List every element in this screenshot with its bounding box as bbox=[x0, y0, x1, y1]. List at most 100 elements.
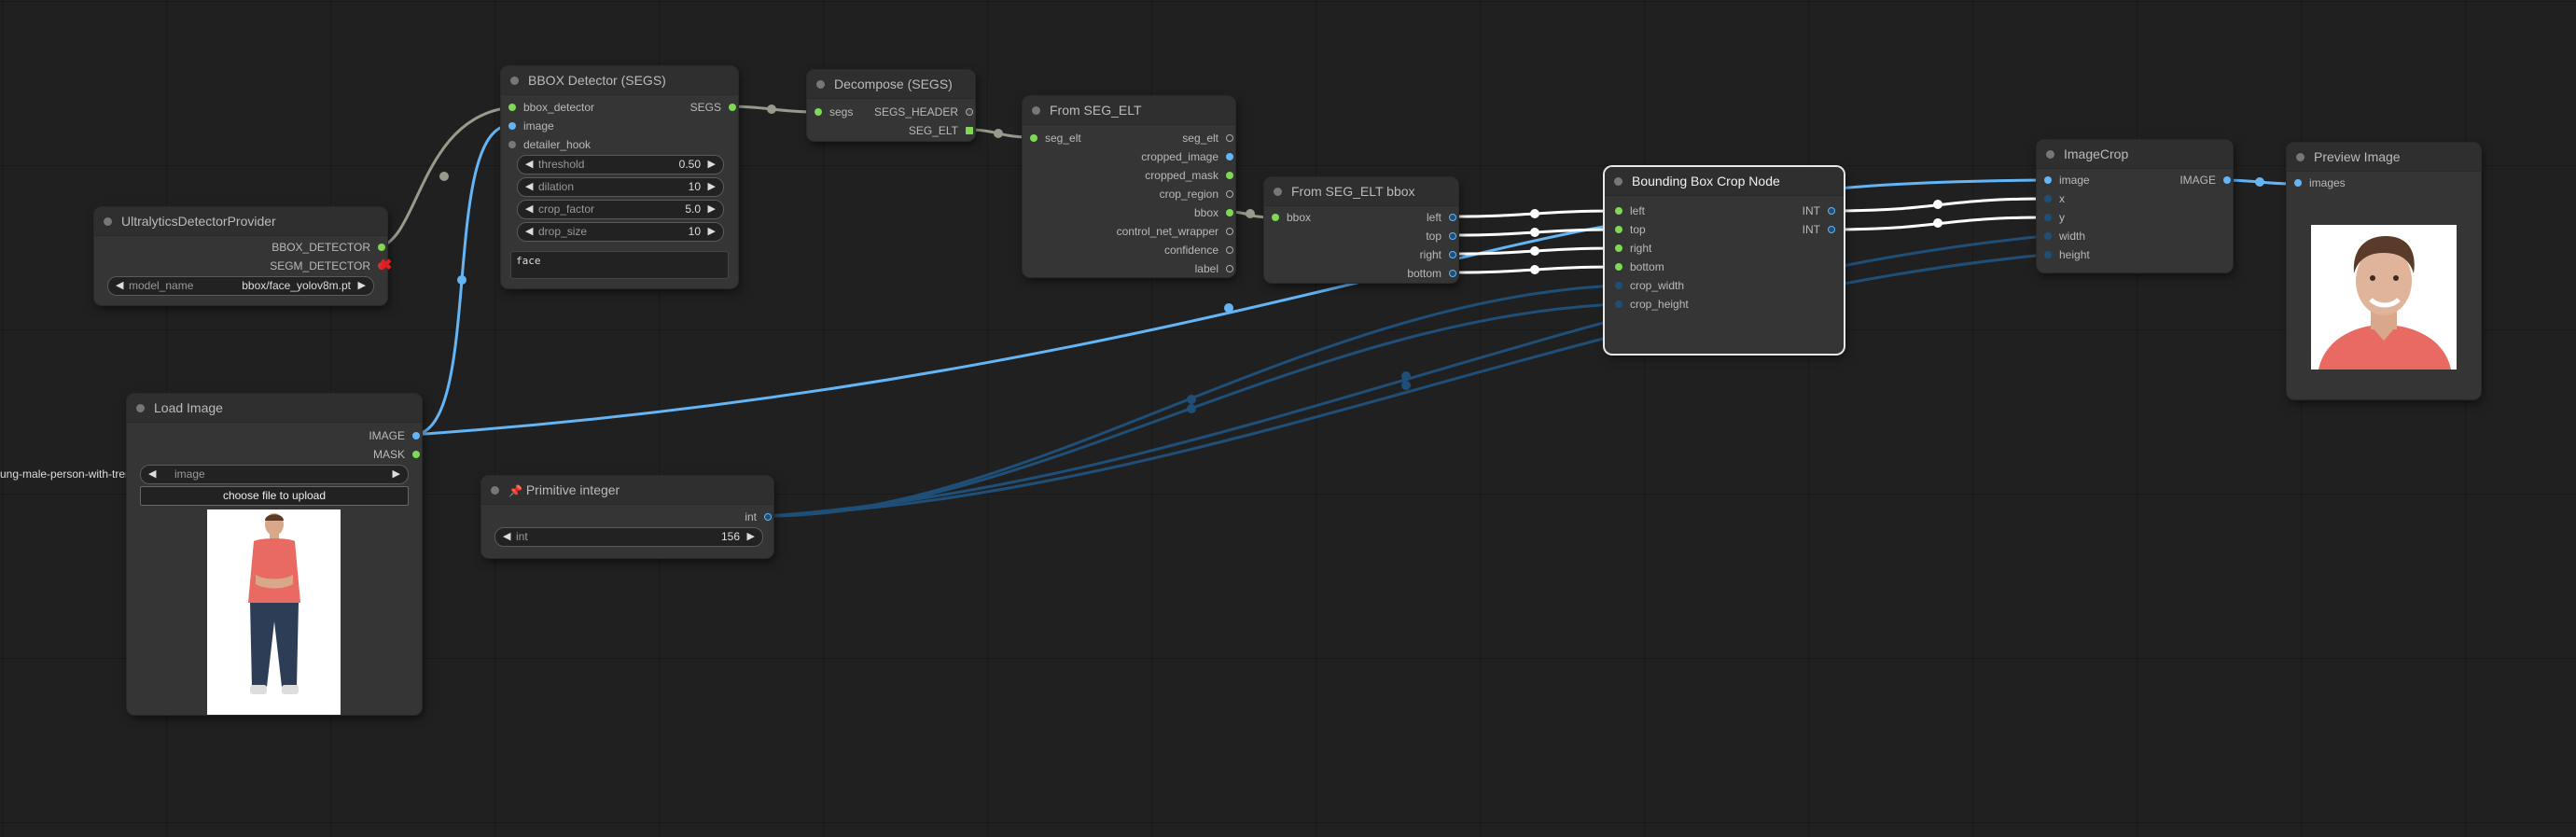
output-cropped-mask[interactable]: cropped_mask bbox=[1069, 169, 1235, 182]
output-left[interactable]: left bbox=[1358, 211, 1458, 224]
dilation-widget[interactable]: ◀ dilation 10 ▶ bbox=[517, 177, 724, 197]
output-slot-icon[interactable] bbox=[412, 451, 420, 458]
input-detailer-hook[interactable]: detailer_hook bbox=[507, 138, 591, 151]
arrow-right-icon[interactable]: ▶ bbox=[708, 201, 716, 218]
output-slot-icon[interactable] bbox=[1828, 226, 1835, 233]
node-title-bar[interactable]: Preview Image bbox=[2287, 143, 2481, 172]
arrow-right-icon[interactable]: ▶ bbox=[708, 156, 716, 174]
output-label[interactable]: label bbox=[1069, 262, 1235, 275]
input-crop-width[interactable]: crop_width bbox=[1613, 279, 1684, 292]
image-combo[interactable]: ◀ image ▶ bbox=[140, 465, 409, 484]
output-slot-icon[interactable] bbox=[1226, 228, 1233, 235]
output-control-net-wrapper[interactable]: control_net_wrapper bbox=[1051, 225, 1235, 238]
output-bbox-detector[interactable]: BBOX_DETECTOR bbox=[184, 241, 387, 254]
input-images[interactable]: images bbox=[2292, 176, 2346, 189]
input-slot-icon[interactable] bbox=[1615, 263, 1622, 271]
input-slot-icon[interactable] bbox=[1030, 134, 1037, 142]
node-title-bar[interactable]: Decompose (SEGS) bbox=[807, 70, 975, 99]
output-slot-icon[interactable] bbox=[378, 244, 385, 251]
node-from-seg-elt[interactable]: From SEG_ELT seg_elt seg_elt cropped_ima… bbox=[1023, 96, 1235, 277]
output-slot-icon[interactable] bbox=[1226, 246, 1233, 254]
input-slot-icon[interactable] bbox=[1615, 226, 1622, 233]
input-image[interactable]: image bbox=[2042, 174, 2090, 187]
output-slot-icon[interactable] bbox=[412, 432, 420, 439]
input-x[interactable]: x bbox=[2042, 192, 2065, 205]
collapse-dot-icon[interactable] bbox=[816, 80, 825, 89]
drop-size-widget[interactable]: ◀ drop_size 10 ▶ bbox=[517, 222, 724, 242]
collapse-dot-icon[interactable] bbox=[1274, 188, 1282, 196]
threshold-widget[interactable]: ◀ threshold 0.50 ▶ bbox=[517, 155, 724, 174]
output-segm-detector[interactable]: SEGM_DETECTOR bbox=[184, 259, 387, 272]
output-top[interactable]: top bbox=[1358, 230, 1458, 243]
output-right[interactable]: right bbox=[1358, 248, 1458, 261]
input-slot-icon[interactable] bbox=[1615, 282, 1622, 289]
output-slot-icon[interactable] bbox=[1226, 265, 1233, 272]
output-mask[interactable]: MASK bbox=[312, 448, 422, 461]
input-slot-icon[interactable] bbox=[2044, 195, 2052, 202]
output-cropped-image[interactable]: cropped_image bbox=[1069, 150, 1235, 163]
arrow-left-icon[interactable]: ◀ bbox=[525, 223, 533, 241]
arrow-right-icon[interactable]: ▶ bbox=[393, 466, 400, 483]
arrow-left-icon[interactable]: ◀ bbox=[503, 528, 510, 546]
output-slot-icon[interactable] bbox=[966, 108, 973, 116]
output-slot-icon[interactable] bbox=[1226, 172, 1233, 179]
input-bottom[interactable]: bottom bbox=[1613, 260, 1664, 273]
input-slot-icon[interactable] bbox=[2044, 251, 2052, 258]
arrow-right-icon[interactable]: ▶ bbox=[708, 178, 716, 196]
collapse-dot-icon[interactable] bbox=[2046, 150, 2054, 159]
output-segs[interactable]: SEGS bbox=[628, 101, 738, 114]
input-bbox-detector[interactable]: bbox_detector bbox=[507, 101, 594, 114]
output-image[interactable]: IMAGE bbox=[312, 429, 422, 442]
output-crop-region[interactable]: crop_region bbox=[1069, 188, 1235, 201]
input-height[interactable]: height bbox=[2042, 248, 2090, 261]
output-slot-icon[interactable] bbox=[764, 513, 772, 521]
graph-canvas[interactable]: UltralyticsDetectorProvider BBOX_DETECTO… bbox=[0, 0, 2576, 837]
node-image-crop[interactable]: ImageCrop image x y width height IMAGE bbox=[2037, 140, 2233, 272]
input-slot-icon[interactable] bbox=[1615, 207, 1622, 215]
output-seg-elt[interactable]: seg_elt bbox=[1069, 132, 1235, 145]
output-slot-icon[interactable] bbox=[1449, 214, 1456, 221]
output-slot-icon[interactable] bbox=[1226, 153, 1233, 160]
output-int[interactable]: int bbox=[701, 510, 773, 523]
arrow-left-icon[interactable]: ◀ bbox=[116, 277, 123, 295]
input-left[interactable]: left bbox=[1613, 204, 1645, 217]
arrow-left-icon[interactable]: ◀ bbox=[525, 201, 533, 218]
node-title-bar[interactable]: ImageCrop bbox=[2037, 140, 2233, 169]
collapse-dot-icon[interactable] bbox=[491, 486, 499, 495]
arrow-right-icon[interactable]: ▶ bbox=[708, 223, 716, 241]
input-bbox[interactable]: bbox bbox=[1270, 211, 1311, 224]
input-top[interactable]: top bbox=[1613, 223, 1646, 236]
output-confidence[interactable]: confidence bbox=[1069, 244, 1235, 257]
output-slot-icon[interactable] bbox=[1449, 251, 1456, 258]
output-segs-header[interactable]: SEGS_HEADER bbox=[846, 105, 975, 119]
output-bbox[interactable]: bbox bbox=[1069, 206, 1235, 219]
input-slot-icon[interactable] bbox=[508, 141, 516, 148]
choose-file-button[interactable]: choose file to upload bbox=[140, 486, 409, 506]
input-slot-icon[interactable] bbox=[1272, 214, 1279, 221]
output-slot-icon[interactable] bbox=[1449, 232, 1456, 240]
output-slot-icon[interactable] bbox=[1226, 190, 1233, 198]
input-y[interactable]: y bbox=[2042, 211, 2065, 224]
node-preview-image[interactable]: Preview Image images bbox=[2287, 143, 2481, 399]
node-title-bar[interactable]: Load Image bbox=[127, 394, 422, 423]
input-width[interactable]: width bbox=[2042, 230, 2085, 243]
input-slot-icon[interactable] bbox=[2044, 232, 2052, 240]
collapse-dot-icon[interactable] bbox=[1614, 177, 1622, 186]
node-primitive-integer[interactable]: 📌 Primitive integer int ◀ int 156 ▶ bbox=[481, 476, 773, 558]
output-slot-icon[interactable] bbox=[1226, 209, 1233, 216]
input-slot-icon[interactable] bbox=[1615, 244, 1622, 252]
output-slot-icon[interactable] bbox=[1226, 134, 1233, 142]
node-title-bar[interactable]: UltralyticsDetectorProvider bbox=[94, 207, 387, 236]
input-slot-icon[interactable] bbox=[2044, 176, 2052, 184]
node-load-image[interactable]: Load Image IMAGE MASK ◀ image ▶ choose f… bbox=[127, 394, 422, 715]
output-slot-icon[interactable] bbox=[729, 104, 736, 111]
collapse-dot-icon[interactable] bbox=[104, 217, 112, 226]
output-slot-icon[interactable] bbox=[1449, 270, 1456, 277]
input-slot-icon[interactable] bbox=[2294, 179, 2302, 187]
input-image[interactable]: image bbox=[507, 119, 554, 133]
collapse-dot-icon[interactable] bbox=[510, 77, 519, 85]
node-decompose-segs[interactable]: Decompose (SEGS) segs SEGS_HEADER SEG_EL… bbox=[807, 70, 975, 141]
output-int-1[interactable]: INT bbox=[1764, 204, 1837, 217]
input-slot-icon[interactable] bbox=[815, 108, 822, 116]
labels-textarea[interactable]: face bbox=[510, 251, 729, 279]
